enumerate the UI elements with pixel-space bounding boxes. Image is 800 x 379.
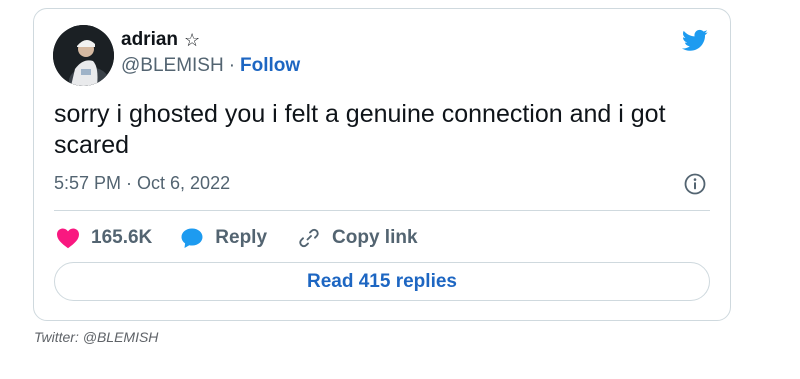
divider — [54, 210, 710, 211]
follow-button[interactable]: Follow — [240, 55, 300, 77]
copy-link-label: Copy link — [332, 227, 418, 248]
speech-bubble-icon — [181, 228, 203, 248]
avatar[interactable] — [53, 25, 114, 86]
reply-button[interactable]: Reply — [180, 227, 267, 249]
tweet-timestamp[interactable]: 5:57 PM · Oct 6, 2022 — [54, 173, 230, 194]
info-icon[interactable] — [684, 173, 706, 195]
separator-dot: · — [228, 55, 236, 76]
reply-label: Reply — [215, 227, 268, 248]
star-icon: ☆ — [184, 30, 201, 50]
action-bar: 165.6K Reply Copy link — [56, 224, 418, 252]
tweet-text: sorry i ghosted you i felt a genuine con… — [54, 100, 666, 159]
like-button[interactable]: 165.6K — [56, 227, 152, 249]
tweet-card: adrian ☆ @BLEMISH · Follow sorry i ghost… — [33, 8, 731, 321]
copy-link-button[interactable]: Copy link — [297, 226, 418, 250]
author-block: adrian ☆ @BLEMISH · Follow — [121, 29, 300, 77]
heart-icon — [57, 228, 79, 249]
source-caption: Twitter: @BLEMISH — [34, 329, 159, 345]
link-icon — [299, 228, 319, 248]
like-count: 165.6K — [91, 227, 153, 248]
twitter-bird-icon[interactable] — [680, 27, 710, 53]
read-replies-button[interactable]: Read 415 replies — [54, 262, 710, 301]
author-handle[interactable]: @BLEMISH — [121, 55, 224, 77]
author-name[interactable]: adrian — [121, 29, 178, 51]
